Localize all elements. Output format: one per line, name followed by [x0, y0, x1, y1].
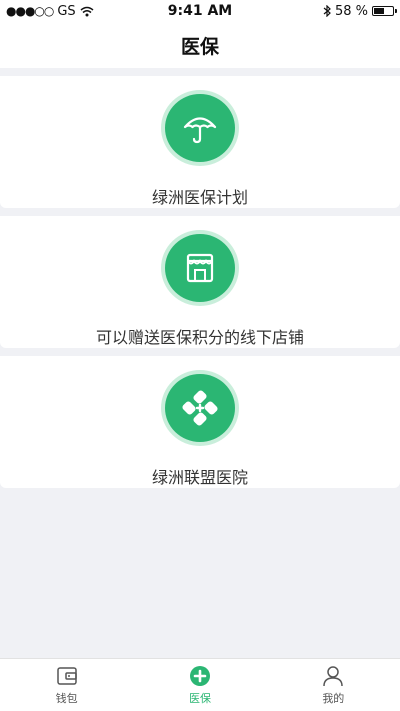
- umbrella-icon: [165, 94, 235, 162]
- signal-strength-icon: ●●●○○: [6, 4, 54, 18]
- battery-fill: [374, 8, 384, 14]
- store-icon: [165, 234, 235, 302]
- card-label: 绿洲联盟医院: [151, 468, 248, 487]
- page-title: 医保: [180, 35, 219, 58]
- wallet-icon: [55, 664, 79, 688]
- tab-wallet[interactable]: 钱包: [0, 659, 133, 711]
- status-bar: ●●●○○ GS 9:41 AM 58 %: [0, 0, 400, 22]
- bluetooth-icon: [323, 5, 331, 17]
- card-insurance-plan[interactable]: 绿洲医保计划: [0, 76, 400, 208]
- tab-label: 钱包: [55, 692, 78, 705]
- card-offline-stores[interactable]: 可以赠送医保积分的线下店铺: [0, 216, 400, 348]
- medical-cross-icon: [165, 374, 235, 442]
- medical-plus-icon: [188, 664, 212, 688]
- status-right: 58 %: [323, 3, 397, 19]
- battery-percent: 58 %: [334, 3, 368, 19]
- card-partner-hospitals[interactable]: 绿洲联盟医院: [0, 356, 400, 488]
- tab-medical-insurance[interactable]: 医保: [133, 659, 266, 711]
- card-label: 可以赠送医保积分的线下店铺: [95, 328, 304, 347]
- tab-label: 医保: [188, 692, 211, 705]
- user-icon: [321, 664, 345, 688]
- tab-profile[interactable]: 我的: [267, 659, 400, 711]
- content-list: 绿洲医保计划 可以赠送医保积分的线下店铺 绿洲联盟医院: [0, 76, 400, 496]
- battery-icon: [372, 6, 397, 16]
- status-left: ●●●○○ GS: [6, 4, 94, 19]
- card-label: 绿洲医保计划: [151, 188, 248, 207]
- tab-bar: 钱包 医保 我的: [0, 658, 400, 711]
- nav-bar: 医保: [0, 22, 400, 68]
- wifi-icon: [80, 6, 94, 16]
- tab-label: 我的: [322, 692, 345, 705]
- carrier-name: GS: [57, 3, 76, 19]
